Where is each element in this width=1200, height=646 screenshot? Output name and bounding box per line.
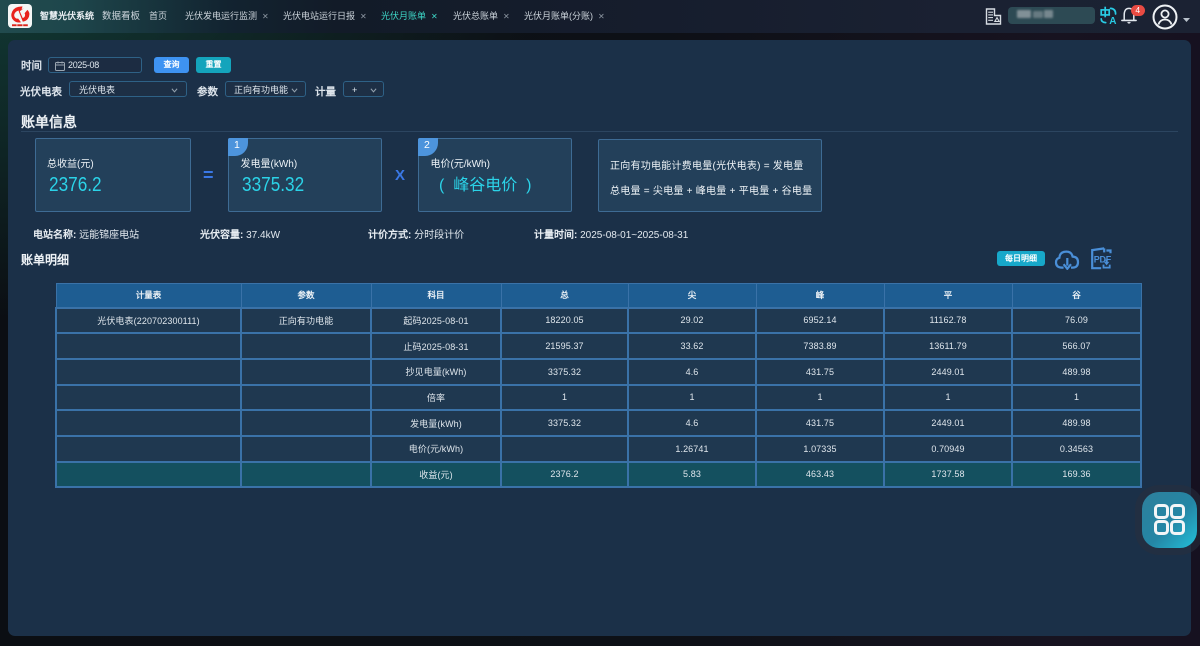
svg-text:A: A [1109,16,1116,25]
svg-text:PDF: PDF [1094,254,1112,264]
